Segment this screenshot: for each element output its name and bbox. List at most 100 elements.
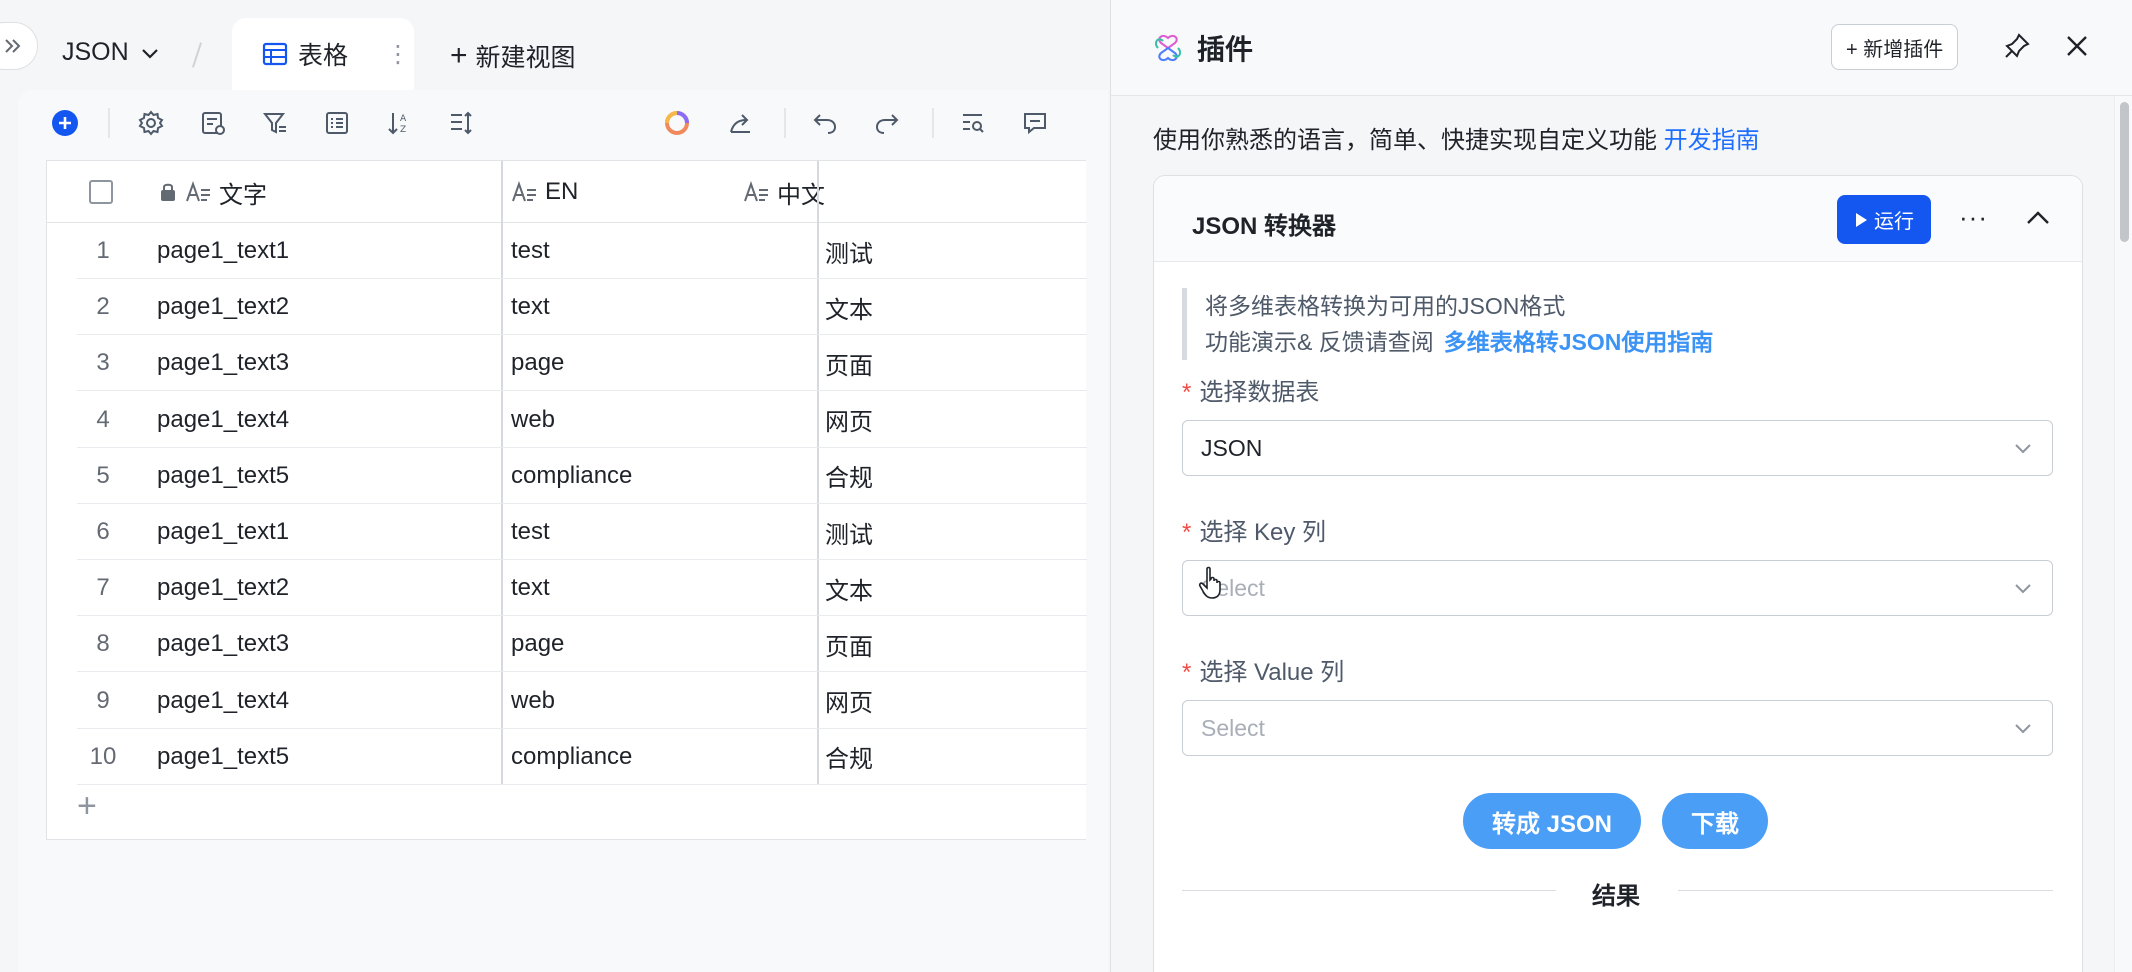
cell-zh[interactable]: 页面 <box>825 616 873 672</box>
group-button[interactable] <box>322 108 352 138</box>
run-button[interactable]: 运行 <box>1837 195 1931 244</box>
cell-en[interactable]: compliance <box>511 448 632 504</box>
cell-en[interactable]: web <box>511 673 555 729</box>
convert-json-button[interactable]: 转成 JSON <box>1463 793 1641 849</box>
key-column-select[interactable]: Select <box>1182 560 2053 616</box>
cell-en[interactable]: compliance <box>511 729 632 785</box>
row-number: 9 <box>96 686 110 714</box>
chevron-down-icon <box>141 48 158 59</box>
text-field-icon <box>186 181 210 202</box>
add-plugin-button[interactable]: + 新增插件 <box>1831 24 1959 70</box>
cell-en[interactable]: page <box>511 616 564 672</box>
cell-en[interactable]: test <box>511 504 550 560</box>
cell-zh[interactable]: 测试 <box>825 223 873 279</box>
download-button[interactable]: 下载 <box>1662 793 1768 849</box>
base-switcher[interactable]: JSON <box>62 38 161 67</box>
row-number: 1 <box>96 237 110 264</box>
cell-text[interactable]: page1_text5 <box>157 448 289 504</box>
undo-button[interactable] <box>810 108 840 138</box>
table-row[interactable]: 9 page1_text4 web 网页 <box>47 673 1087 729</box>
collapse-button[interactable] <box>2024 204 2052 237</box>
cell-en[interactable]: web <box>511 392 555 448</box>
value-column-select[interactable]: Select <box>1182 700 2053 756</box>
plus-circle-icon <box>52 110 78 136</box>
cell-zh[interactable]: 页面 <box>825 335 873 391</box>
search-button[interactable] <box>958 108 988 138</box>
pin-button[interactable] <box>1999 28 2035 64</box>
cell-en[interactable]: text <box>511 560 550 616</box>
column-header-en[interactable]: EN <box>511 161 578 223</box>
column-header-label: 文字 <box>219 181 267 209</box>
more-icon[interactable]: ··· <box>1959 202 1988 233</box>
table-row[interactable]: 6 page1_text1 test 测试 <box>47 504 1087 560</box>
select-all-checkbox[interactable] <box>89 161 113 223</box>
cell-zh[interactable]: 文本 <box>825 279 873 335</box>
required-mark: * <box>1182 379 1192 406</box>
usage-guide-link[interactable]: 多维表格转JSON使用指南 <box>1444 329 1714 355</box>
close-button[interactable] <box>2059 28 2095 64</box>
table-row[interactable]: 3 page1_text3 page 页面 <box>47 335 1087 392</box>
cell-zh[interactable]: 合规 <box>825 448 873 504</box>
cell-text[interactable]: page1_text3 <box>157 335 289 391</box>
panel-description: 使用你熟悉的语言，简单、快捷实现自定义功能 开发指南 <box>1153 120 1760 155</box>
add-record-button[interactable] <box>50 108 80 138</box>
table-row[interactable]: 2 page1_text2 text 文本 <box>47 279 1087 336</box>
note-line-2: 功能演示& 反馈请查阅 多维表格转JSON使用指南 <box>1205 324 1713 360</box>
cell-text[interactable]: page1_text4 <box>157 392 289 448</box>
chevron-down-icon <box>2015 724 2031 734</box>
hand-cursor-icon <box>1198 566 1221 599</box>
row-height-button[interactable] <box>446 108 476 138</box>
tab-grid-view[interactable]: 表格 ⋮ <box>232 18 414 90</box>
cell-en[interactable]: test <box>511 223 550 279</box>
panel-title: 插件 <box>1153 28 1253 68</box>
table-row[interactable]: 10 page1_text5 compliance 合规 <box>47 729 1087 785</box>
grid-header-row: 文字 EN 中文 <box>47 161 1087 223</box>
lock-icon <box>161 183 175 201</box>
cell-en[interactable]: page <box>511 335 564 391</box>
cell-zh[interactable]: 网页 <box>825 392 873 448</box>
column-header-zh[interactable]: 中文 <box>743 161 825 223</box>
redo-button[interactable] <box>872 108 902 138</box>
settings-button[interactable] <box>136 108 166 138</box>
note-line-1: 将多维表格转换为可用的JSON格式 <box>1205 293 1566 319</box>
field-config-button[interactable] <box>198 108 228 138</box>
cell-text[interactable]: page1_text5 <box>157 729 289 785</box>
cell-text[interactable]: page1_text4 <box>157 673 289 729</box>
table-row[interactable]: 1 page1_text1 test 测试 <box>47 223 1087 279</box>
share-button[interactable] <box>726 108 756 138</box>
cell-en[interactable]: text <box>511 279 550 335</box>
new-view-button[interactable]: + 新建视图 <box>450 38 576 74</box>
cell-text[interactable]: page1_text2 <box>157 560 289 616</box>
comment-button[interactable] <box>1020 108 1050 138</box>
table-icon <box>262 42 288 66</box>
sort-button[interactable]: AZ <box>384 108 414 138</box>
table-select[interactable]: JSON <box>1182 420 2053 476</box>
table-row[interactable]: 5 page1_text5 compliance 合规 <box>47 448 1087 504</box>
dev-guide-link[interactable]: 开发指南 <box>1664 127 1760 154</box>
filter-button[interactable] <box>260 108 290 138</box>
row-divider <box>77 783 1087 785</box>
svg-text:Z: Z <box>400 125 406 135</box>
cell-text[interactable]: page1_text1 <box>157 223 289 279</box>
key-column-label-text: 选择 Key 列 <box>1199 519 1327 546</box>
column-header-text[interactable]: 文字 <box>159 161 267 223</box>
ai-ring-icon <box>665 111 689 135</box>
ai-button[interactable] <box>662 108 692 138</box>
table-row[interactable]: 7 page1_text2 text 文本 <box>47 560 1087 617</box>
cell-text[interactable]: page1_text3 <box>157 616 289 672</box>
cell-zh[interactable]: 网页 <box>825 673 873 729</box>
plugin-card: JSON 转换器 运行 ··· 将多维表格转换为可用的JSON格式 功能演示& … <box>1153 175 2083 972</box>
table-row[interactable]: 4 page1_text4 web 网页 <box>47 392 1087 448</box>
value-column-label: * 选择 Value 列 <box>1182 652 1344 687</box>
cell-text[interactable]: page1_text1 <box>157 504 289 560</box>
cell-zh[interactable]: 文本 <box>825 560 873 616</box>
form-settings-icon <box>202 112 225 135</box>
tab-more-icon[interactable]: ⋮ <box>386 40 410 69</box>
add-row-button[interactable]: + <box>77 789 97 823</box>
table-row[interactable]: 8 page1_text3 page 页面 <box>47 616 1087 673</box>
row-number: 7 <box>96 574 110 602</box>
cell-zh[interactable]: 测试 <box>825 504 873 560</box>
cell-zh[interactable]: 合规 <box>825 729 873 785</box>
cell-text[interactable]: page1_text2 <box>157 279 289 335</box>
scrollbar-thumb[interactable] <box>2120 102 2129 242</box>
